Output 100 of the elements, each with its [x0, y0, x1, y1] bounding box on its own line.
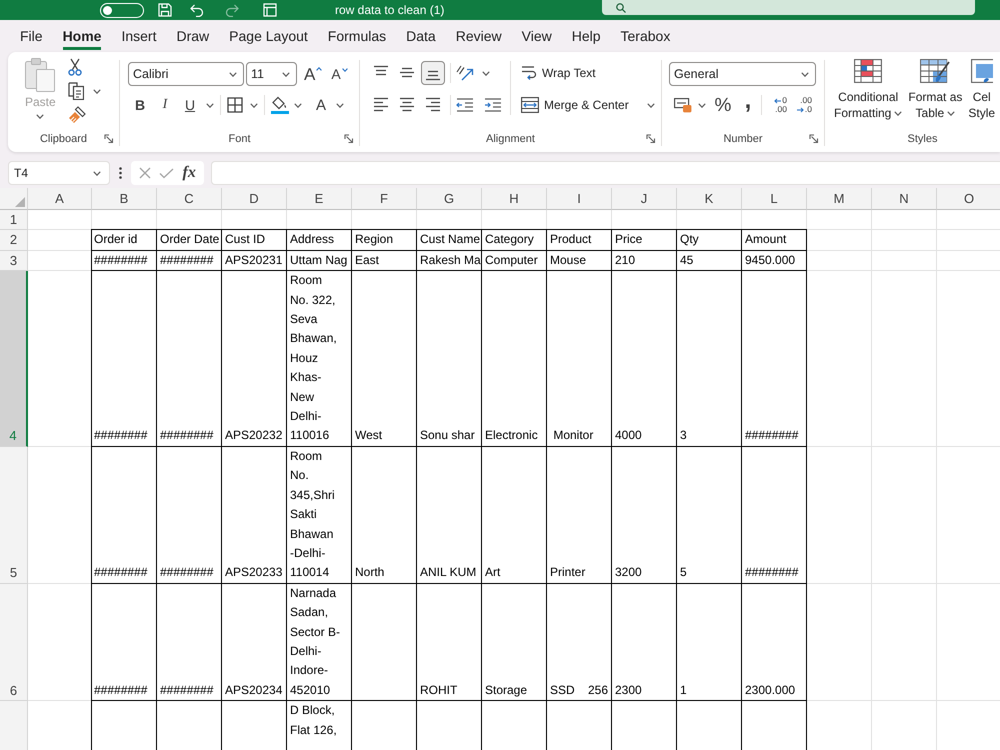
column-header[interactable]: I	[547, 188, 612, 210]
increase-decimal-button[interactable]: 0 .00	[768, 94, 787, 116]
row-header[interactable]: 2	[0, 230, 28, 251]
conditional-styles-button[interactable]: Conditional Formatting	[834, 59, 902, 130]
column-header[interactable]: F	[352, 188, 417, 210]
cell-styles-button[interactable]: Cel Style	[968, 59, 996, 130]
table-cell: Cust ID	[222, 229, 287, 251]
table-cell: ########	[91, 584, 157, 702]
column-header[interactable]: N	[872, 188, 937, 210]
redo-icon[interactable]	[225, 4, 239, 16]
align-bottom-button[interactable]	[421, 61, 445, 85]
table-cell: ########	[91, 446, 157, 584]
diagonal-arrow-icon[interactable]	[456, 65, 474, 81]
caret-icon[interactable]	[482, 70, 490, 76]
copy-icon[interactable]	[68, 82, 84, 100]
decrease-decimal-button[interactable]: .00 .0	[793, 94, 812, 116]
table-cell: Sonu shar	[417, 271, 482, 447]
menu-tab[interactable]: Insert	[121, 22, 156, 50]
caret-icon[interactable]	[206, 102, 214, 108]
formula-input[interactable]	[211, 161, 1000, 185]
dialog-launcher-icon[interactable]	[104, 134, 114, 144]
paint-bucket-icon[interactable]	[271, 96, 289, 114]
column-header[interactable]: G	[417, 188, 482, 210]
column-header[interactable]: M	[807, 188, 872, 210]
caret-icon[interactable]	[646, 102, 655, 108]
decrease-indent-icon[interactable]	[456, 98, 474, 112]
dialog-launcher-icon[interactable]	[809, 134, 819, 144]
number-format-select[interactable]: General	[669, 62, 816, 86]
column-header[interactable]: C	[157, 188, 222, 210]
percent-button[interactable]: %	[713, 94, 733, 116]
table-cell: Qty	[677, 229, 742, 251]
increase-indent-icon[interactable]	[484, 98, 502, 112]
banknote-icon[interactable]	[674, 98, 692, 112]
table-cell: North	[352, 446, 417, 584]
menu-tab[interactable]: Data	[406, 22, 436, 50]
font-size-select[interactable]: 11	[246, 62, 297, 86]
caret-icon[interactable]	[336, 102, 344, 108]
group-label: Styles	[908, 133, 938, 145]
more-options-icon[interactable]	[119, 167, 122, 179]
caret-icon[interactable]	[698, 102, 706, 108]
caret-icon[interactable]	[250, 102, 258, 108]
autosave-toggle[interactable]	[100, 2, 144, 18]
window-icon[interactable]	[263, 3, 277, 17]
table-styles-button[interactable]: Format as Table	[908, 59, 962, 130]
menu-tab[interactable]: View	[522, 22, 552, 50]
search-field[interactable]	[602, 0, 975, 15]
menu-tab[interactable]: Terabox	[620, 22, 670, 50]
wrap-text-button[interactable]: Wrap Text	[521, 61, 655, 85]
bold-button[interactable]: B	[129, 94, 151, 116]
paintbrush-icon[interactable]	[68, 106, 86, 124]
menu-tab[interactable]: Draw	[176, 22, 210, 50]
menu-tab[interactable]: File	[20, 22, 43, 50]
column-header[interactable]: B	[92, 188, 157, 210]
merge-center-button[interactable]: Merge & Center	[521, 93, 629, 117]
column-header[interactable]: J	[612, 188, 677, 210]
menu-tab[interactable]: Formulas	[328, 22, 386, 50]
borders-grid-icon[interactable]	[227, 97, 243, 113]
undo-icon[interactable]	[190, 4, 204, 16]
align-center-icon	[399, 97, 415, 113]
row-header[interactable]: 5	[0, 446, 28, 584]
table-cell: Region	[352, 229, 417, 251]
table-cell: 9450.000	[742, 250, 807, 272]
caret-icon	[282, 72, 290, 76]
dialog-launcher-icon[interactable]	[344, 134, 354, 144]
column-header[interactable]: H	[482, 188, 547, 210]
insert-function-button[interactable]: fx	[182, 165, 196, 181]
dialog-launcher-icon[interactable]	[646, 134, 656, 144]
row-header[interactable]: 1	[0, 210, 28, 230]
align-left-icon	[373, 97, 389, 113]
check-icon[interactable]	[159, 168, 174, 178]
column-header[interactable]: D	[222, 188, 287, 210]
table-cell: Room No. 345,Shri Sakti Bhawan -Delhi- 110014	[287, 446, 352, 584]
font-name-select[interactable]: Calibri	[128, 62, 244, 86]
table-cell: 1	[677, 584, 742, 702]
menu-tab[interactable]: Page Layout	[229, 22, 308, 50]
row-header[interactable]: 6	[0, 584, 28, 702]
column-header[interactable]: K	[677, 188, 742, 210]
column-header[interactable]: O	[937, 188, 1000, 210]
table-cell: APS20231	[222, 250, 287, 272]
menu-tab[interactable]: Review	[456, 22, 502, 50]
italic-button[interactable]: I	[154, 94, 176, 116]
row-header[interactable]: 3	[0, 250, 28, 272]
shrink-font-button[interactable]: A	[331, 67, 348, 81]
caret-icon	[93, 170, 101, 176]
clipboard-icon	[25, 58, 56, 92]
column-header[interactable]: E	[287, 188, 352, 210]
column-header[interactable]: A	[28, 188, 92, 210]
comma-style-button[interactable]: ,	[741, 94, 755, 116]
table-cell: Storage	[482, 584, 547, 702]
font-color-button[interactable]: A	[310, 94, 332, 116]
caret-icon[interactable]	[294, 102, 302, 108]
scissors-icon[interactable]	[68, 58, 82, 76]
column-header[interactable]: L	[742, 188, 807, 210]
caret-icon[interactable]	[92, 88, 101, 94]
table-cell: 4000	[612, 271, 677, 447]
underline-button[interactable]: U	[179, 94, 201, 116]
name-box[interactable]: T4	[8, 161, 110, 185]
menu-tab[interactable]: Help	[572, 22, 601, 50]
grow-font-button[interactable]: A	[304, 66, 322, 82]
save-icon[interactable]	[158, 3, 172, 17]
